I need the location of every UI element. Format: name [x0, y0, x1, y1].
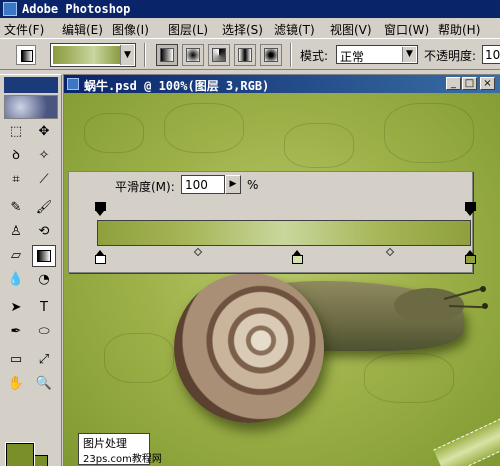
- diamond-gradient-button[interactable]: [260, 44, 282, 66]
- divider: [144, 43, 146, 67]
- smoothness-label: 平滑度(M):: [115, 180, 175, 194]
- leaf-texture: [284, 123, 354, 168]
- gradient-tool-icon[interactable]: [32, 245, 56, 267]
- marquee-tool-icon[interactable]: ⬚: [4, 121, 28, 143]
- leaf-texture: [84, 113, 144, 153]
- brush-tool-icon[interactable]: 🖌: [32, 197, 56, 219]
- snail-antenna-tip: [480, 286, 486, 292]
- minimize-icon[interactable]: _: [446, 77, 461, 90]
- chevron-right-icon[interactable]: ▶: [225, 175, 241, 194]
- color-midpoint[interactable]: [193, 247, 203, 257]
- app-title: Adobe Photoshop: [22, 2, 131, 16]
- clone-stamp-tool-icon[interactable]: ♙: [4, 221, 28, 243]
- close-icon[interactable]: ×: [480, 77, 495, 90]
- mode-select[interactable]: 正常 ▼: [336, 45, 418, 64]
- menu-file[interactable]: 文件(F): [4, 21, 44, 38]
- magic-wand-tool-icon[interactable]: ✧: [32, 145, 56, 167]
- gradient-swatch: [53, 46, 121, 64]
- photoshop-icon: [3, 2, 17, 16]
- linear-gradient-button[interactable]: [156, 44, 178, 66]
- gradient-bar[interactable]: [97, 220, 471, 246]
- reflected-gradient-button[interactable]: [234, 44, 256, 66]
- gradient-editor: 平滑度(M): 100 ▶ %: [68, 171, 476, 273]
- mode-value: 正常: [340, 50, 365, 64]
- eraser-tool-icon[interactable]: ▱: [4, 245, 28, 267]
- adobe-online-icon[interactable]: [4, 95, 58, 119]
- options-bar: ▼ 模式: 正常 ▼ 不透明度: 100: [0, 38, 500, 70]
- blur-tool-icon[interactable]: 💧: [4, 269, 28, 291]
- menu-filter[interactable]: 滤镜(T): [274, 21, 315, 38]
- app-title-bar: Adobe Photoshop: [0, 0, 500, 18]
- document-window: 蜗牛.psd @ 100%(图层 3,RGB) _ □ × 图片处理 23ps.…: [63, 74, 500, 466]
- color-midpoint[interactable]: [385, 247, 395, 257]
- selection-band: [433, 399, 500, 466]
- history-brush-tool-icon[interactable]: ⟲: [32, 221, 56, 243]
- opacity-stop-left[interactable]: [95, 202, 106, 216]
- move-tool-icon[interactable]: ✥: [32, 121, 56, 143]
- dodge-tool-icon[interactable]: ◔: [32, 269, 56, 291]
- maximize-icon[interactable]: □: [462, 77, 477, 90]
- foreground-color-swatch[interactable]: [5, 442, 35, 466]
- slice-tool-icon[interactable]: ⟋: [32, 169, 56, 191]
- tool-preset-picker[interactable]: [16, 45, 36, 65]
- leaf-texture: [384, 103, 474, 163]
- menu-view[interactable]: 视图(V): [330, 21, 372, 38]
- hand-tool-icon[interactable]: ✋: [4, 373, 28, 395]
- smoothness-input[interactable]: 100: [181, 175, 225, 194]
- opacity-label: 不透明度:: [424, 49, 477, 63]
- document-title-bar[interactable]: 蜗牛.psd @ 100%(图层 3,RGB) _ □ ×: [64, 75, 500, 93]
- healing-brush-tool-icon[interactable]: ✎: [4, 197, 28, 219]
- menu-bar: 文件(F) 编辑(E) 图像(I) 图层(L) 选择(S) 滤镜(T) 视图(V…: [0, 18, 500, 38]
- chevron-down-icon[interactable]: ▼: [120, 45, 134, 65]
- watermark-line1: 图片处理: [83, 437, 127, 450]
- chevron-down-icon[interactable]: ▼: [402, 47, 416, 62]
- watermark-line2: 23ps.com教程网: [83, 454, 162, 465]
- path-selection-tool-icon[interactable]: ➤: [4, 297, 28, 319]
- radial-gradient-button[interactable]: [182, 44, 204, 66]
- gradient-picker[interactable]: ▼: [50, 43, 136, 67]
- color-stop-left[interactable]: [95, 250, 106, 264]
- snail-shell: [174, 273, 324, 423]
- crop-tool-icon[interactable]: ⌗: [4, 169, 28, 191]
- opacity-stop-right[interactable]: [465, 202, 476, 216]
- type-tool-icon[interactable]: T: [32, 297, 56, 319]
- menu-edit[interactable]: 编辑(E): [62, 21, 103, 38]
- opacity-input[interactable]: 100: [482, 45, 500, 64]
- eyedropper-tool-icon[interactable]: ⤢: [32, 349, 56, 371]
- pen-tool-icon[interactable]: ✒: [4, 321, 28, 343]
- toolbox-header[interactable]: [4, 77, 58, 93]
- leaf-texture: [164, 103, 244, 153]
- menu-layer[interactable]: 图层(L): [168, 21, 208, 38]
- angle-gradient-button[interactable]: [208, 44, 230, 66]
- toolbox: ⬚ ✥ ꝺ ✧ ⌗ ⟋ ✎ 🖌 ♙ ⟲ ▱ 💧 ◔ ➤ T ✒ ⬭ ▭ ⤢ ✋ …: [0, 74, 62, 466]
- snail-antenna-tip: [482, 303, 488, 309]
- zoom-tool-icon[interactable]: 🔍: [32, 373, 56, 395]
- color-stop-middle[interactable]: [292, 250, 303, 264]
- document-icon: [67, 78, 79, 90]
- leaf-texture: [104, 333, 174, 383]
- leaf-texture: [364, 353, 454, 403]
- notes-tool-icon[interactable]: ▭: [4, 349, 28, 371]
- ellipse-tool-icon[interactable]: ⬭: [32, 321, 56, 343]
- divider: [290, 43, 292, 67]
- menu-help[interactable]: 帮助(H): [438, 21, 480, 38]
- mode-label: 模式:: [300, 49, 329, 63]
- menu-image[interactable]: 图像(I): [112, 21, 149, 38]
- menu-window[interactable]: 窗口(W): [384, 21, 429, 38]
- color-stop-right[interactable]: [465, 250, 476, 264]
- document-title: 蜗牛.psd @ 100%(图层 3,RGB): [84, 79, 270, 93]
- menu-select[interactable]: 选择(S): [222, 21, 263, 38]
- watermark: 图片处理 23ps.com教程网: [78, 433, 162, 465]
- smoothness-percent: %: [247, 178, 259, 192]
- image-canvas[interactable]: 图片处理 23ps.com教程网: [64, 93, 500, 466]
- lasso-tool-icon[interactable]: ꝺ: [4, 145, 28, 167]
